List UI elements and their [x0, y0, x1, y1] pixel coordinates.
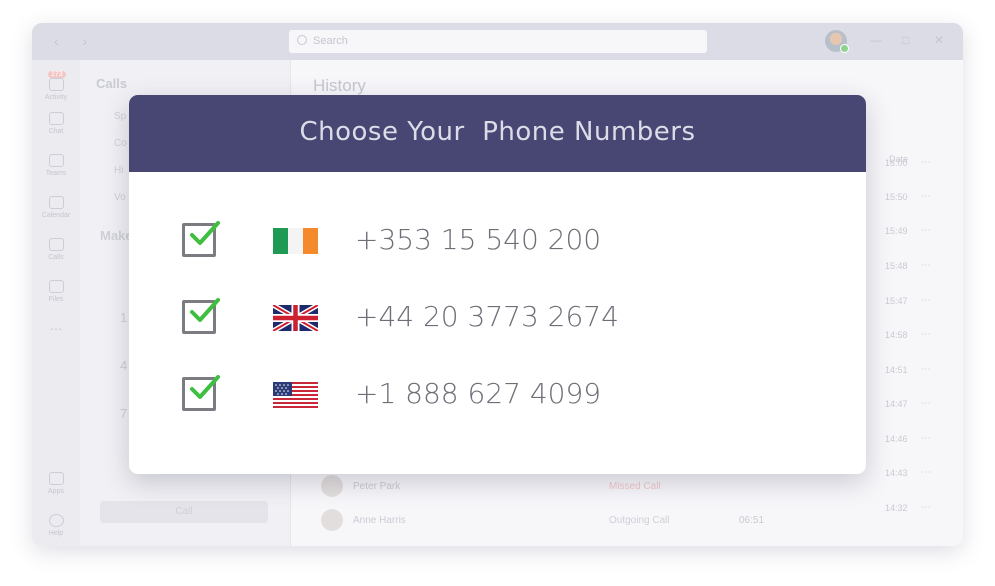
- more-options-icon[interactable]: ⋯: [921, 225, 931, 236]
- dialpad-key-7[interactable]: 7: [120, 406, 127, 421]
- rail-label: Chat: [48, 128, 64, 135]
- rail-item-files[interactable]: Files: [32, 280, 80, 303]
- check-icon: [190, 298, 220, 322]
- more-options-icon[interactable]: ⋯: [921, 157, 931, 168]
- checkbox-checked[interactable]: [182, 298, 220, 334]
- rail-label: Activity: [44, 94, 68, 101]
- us-flag-icon: [273, 382, 318, 408]
- rail-item-help[interactable]: Help: [32, 514, 80, 537]
- row-time: 14:32: [885, 503, 908, 513]
- calendar-icon: [48, 196, 64, 209]
- help-icon: [48, 514, 64, 527]
- row-name[interactable]: Peter Park: [353, 481, 400, 492]
- row-duration: 06:51: [739, 515, 765, 526]
- row-call-type: Outgoing Call: [609, 515, 670, 526]
- more-options-icon[interactable]: ⋯: [921, 398, 931, 409]
- more-options-icon[interactable]: ⋯: [921, 433, 931, 444]
- rail-label: Calendar: [41, 212, 71, 219]
- row-time: 14:47: [885, 399, 908, 409]
- phone-icon: [48, 238, 64, 251]
- phone-number-dialog: Choose Your Phone Numbers +353 15 540 20…: [129, 95, 866, 474]
- rail-label: Teams: [45, 170, 67, 177]
- more-options-icon[interactable]: ⋯: [921, 502, 931, 513]
- panel-item-speed-dial[interactable]: Sp: [114, 111, 126, 122]
- phone-number: +353 15 540 200: [355, 223, 602, 256]
- dialog-title: Choose Your Phone Numbers: [299, 117, 696, 147]
- number-row-ireland[interactable]: +353 15 540 200: [129, 219, 866, 269]
- dialog-header: Choose Your Phone Numbers: [129, 95, 866, 172]
- rail-item-teams[interactable]: Teams: [32, 154, 80, 177]
- rail-label: Apps: [48, 488, 64, 495]
- row-time: 16:00: [885, 158, 908, 168]
- checkbox-checked[interactable]: [182, 375, 220, 411]
- rail-item-chat[interactable]: Chat: [32, 112, 80, 135]
- ireland-flag-icon: [273, 228, 318, 254]
- uk-flag-icon: [273, 305, 318, 331]
- row-time: 14:58: [885, 330, 908, 340]
- number-row-us[interactable]: +1 888 627 4099: [129, 373, 866, 423]
- search-placeholder: Search: [313, 35, 348, 47]
- number-row-uk[interactable]: +44 20 3773 2674: [129, 296, 866, 346]
- rail-item-apps[interactable]: Apps: [32, 472, 80, 495]
- panel-item-history[interactable]: Hi: [114, 165, 123, 176]
- checkbox-checked[interactable]: [182, 221, 220, 257]
- history-title: History: [313, 76, 366, 95]
- minimize-icon[interactable]: —: [870, 33, 882, 47]
- more-options-icon[interactable]: ⋯: [921, 260, 931, 271]
- search-icon: [297, 35, 307, 45]
- row-name[interactable]: Anne Harris: [353, 515, 406, 526]
- call-button[interactable]: Call: [100, 501, 268, 523]
- more-options-icon[interactable]: ⋯: [921, 364, 931, 375]
- row-time: 14:51: [885, 365, 908, 375]
- presence-dot: [840, 44, 849, 53]
- row-time: 15:47: [885, 296, 908, 306]
- panel-title: Calls: [96, 76, 128, 91]
- phone-number: +44 20 3773 2674: [355, 300, 619, 333]
- nav-arrows-icon[interactable]: ‹ ›: [54, 33, 97, 49]
- panel-item-contacts[interactable]: Co: [114, 138, 127, 149]
- more-options-icon[interactable]: ⋯: [921, 295, 931, 306]
- row-time: 15:48: [885, 261, 908, 271]
- apps-icon: [48, 472, 64, 485]
- title-bar: ‹ › Search — □ ✕: [32, 23, 963, 60]
- dialpad-key-4[interactable]: 4: [120, 358, 127, 373]
- chat-icon: [48, 112, 64, 125]
- rail-label: Help: [48, 530, 64, 537]
- bell-icon: [48, 78, 64, 91]
- avatar: [321, 475, 343, 497]
- rail-item-calendar[interactable]: Calendar: [32, 196, 80, 219]
- make-call-heading: Make: [100, 228, 133, 243]
- check-icon: [190, 375, 220, 399]
- app-rail: 173 Activity Chat Teams Calendar Calls F…: [32, 60, 80, 546]
- rail-label: Calls: [48, 254, 64, 261]
- rail-item-activity[interactable]: 173 Activity: [32, 68, 80, 101]
- close-icon[interactable]: ✕: [934, 33, 944, 47]
- row-time: 14:43: [885, 468, 908, 478]
- panel-item-voicemail[interactable]: Vo: [114, 192, 126, 203]
- row-time: 15:49: [885, 226, 908, 236]
- teams-icon: [48, 154, 64, 167]
- maximize-icon[interactable]: □: [902, 33, 909, 47]
- avatar: [321, 509, 343, 531]
- phone-number: +1 888 627 4099: [355, 377, 602, 410]
- rail-item-calls[interactable]: Calls: [32, 238, 80, 261]
- row-time: 14:46: [885, 434, 908, 444]
- check-icon: [190, 221, 220, 245]
- more-options-icon[interactable]: ⋯: [921, 191, 931, 202]
- row-call-type: Missed Call: [609, 481, 661, 492]
- more-options-icon[interactable]: ⋯: [921, 467, 931, 478]
- more-apps-icon[interactable]: ⋯: [32, 322, 80, 336]
- dialpad-key-1[interactable]: 1: [120, 310, 127, 325]
- file-icon: [48, 280, 64, 293]
- activity-badge: 173: [48, 71, 66, 78]
- avatar[interactable]: [825, 30, 849, 53]
- search-input[interactable]: Search: [289, 30, 707, 53]
- rail-label: Files: [48, 296, 64, 303]
- more-options-icon[interactable]: ⋯: [921, 329, 931, 340]
- row-time: 15:50: [885, 192, 908, 202]
